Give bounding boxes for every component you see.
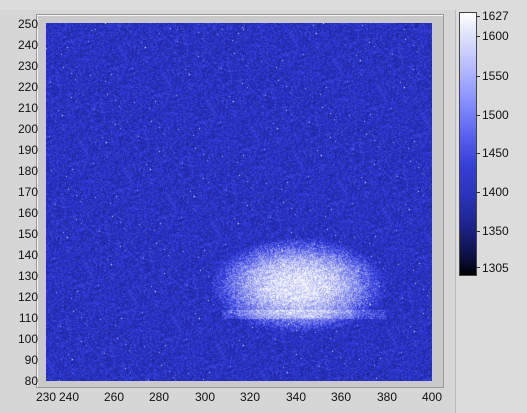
color-scale-label: 1350	[482, 224, 509, 238]
color-ramp-gradient	[460, 13, 476, 275]
y-tick-label: 90	[24, 353, 38, 367]
color-scale-max-label[interactable]: 1627	[482, 9, 509, 23]
y-tick-label: 160	[17, 206, 38, 220]
x-tick-label: 280	[148, 390, 170, 404]
x-tick-label: 360	[330, 390, 352, 404]
x-tick-label: 260	[103, 390, 125, 404]
y-tick-label: 110	[18, 311, 38, 325]
y-tick-label: 190	[17, 143, 38, 157]
y-tick-label: 170	[17, 185, 38, 199]
color-scale-label: 1450	[482, 146, 509, 160]
y-tick-label: 200	[17, 122, 38, 136]
color-scale-label: 1400	[482, 185, 509, 199]
y-tick-label: 230	[17, 59, 38, 73]
color-scale-label: 1550	[482, 69, 509, 83]
y-tick-label: 210	[17, 101, 38, 115]
color-scale-label: 1600	[482, 29, 509, 43]
color-scale-ramp[interactable]	[459, 12, 477, 276]
y-tick-label: 220	[17, 80, 38, 94]
y-tick-label: 180	[17, 164, 38, 178]
color-scale-min-label[interactable]: 1305	[482, 261, 509, 275]
y-tick-label: 130	[17, 269, 38, 283]
y-tick-label: 240	[17, 38, 38, 52]
y-tick-label: 250	[17, 17, 38, 31]
x-tick-label: 340	[285, 390, 307, 404]
intensity-heatmap[interactable]	[46, 23, 432, 381]
y-tick-label: 120	[17, 290, 38, 304]
x-tick-label: 300	[194, 390, 216, 404]
y-tick-label: 80	[24, 374, 38, 388]
x-tick-label: 400	[421, 390, 443, 404]
intensity-image-plot[interactable]	[46, 23, 432, 381]
x-tick-label: 320	[239, 390, 261, 404]
y-tick-label: 100	[17, 332, 38, 346]
intensity-graph-panel: 250 240 230 220 210 200 190 180 170 160 …	[0, 0, 527, 413]
y-tick-label: 150	[17, 227, 38, 241]
color-scale-label: 1500	[482, 108, 509, 122]
x-tick-label: 380	[376, 390, 398, 404]
y-tick-label: 140	[17, 248, 38, 262]
x-tick-label: 240	[58, 390, 80, 404]
